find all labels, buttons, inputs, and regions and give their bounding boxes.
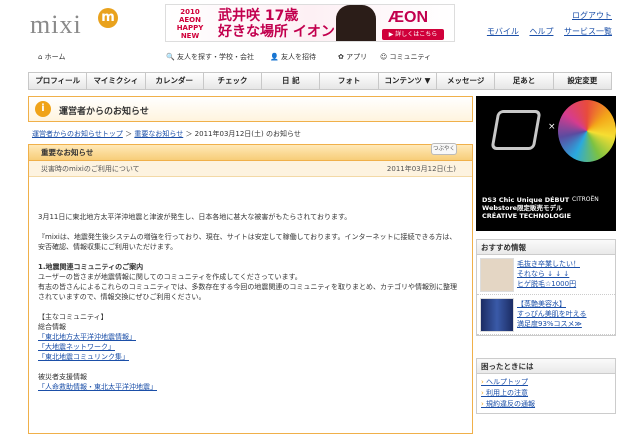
recommend-text-2: 【蒸艶美容水】 すっぴん美肌を叶える 満足度93%コスメ≫ xyxy=(517,299,587,329)
nav-settings[interactable]: 設定変更 xyxy=(554,73,611,89)
body-paragraph-1: 3月11日に東北地方太平洋沖地震と津波が発生し、日本各地に甚大な被害がもたらされ… xyxy=(38,213,352,221)
invite-friends-link[interactable]: 👤 友人を招待 xyxy=(270,52,316,62)
mixi-logo[interactable]: mixi xyxy=(30,10,82,40)
nav-profile[interactable]: プロフィール xyxy=(29,73,88,89)
notice-title: 災害時のmixiのご利用について xyxy=(41,165,140,173)
recommend-2-line-2[interactable]: すっぴん美肌を叶える xyxy=(517,309,587,319)
banner-person-image xyxy=(336,5,376,41)
main-communities-label: 【主なコミュニティ】 xyxy=(38,313,108,321)
recommend-1-line-3[interactable]: ヒゲ脱毛☆1000円 xyxy=(517,279,580,289)
usage-notes-link[interactable]: 利用上の注意 xyxy=(481,388,611,399)
banner-sale-text: 2010 AEON HAPPY NEW AEON SALE xyxy=(176,8,204,41)
nav-check[interactable]: チェック xyxy=(204,73,263,89)
recommend-text-1: 毛抜き卒業したい！ それなら ↓ ↓ ↓ ヒゲ脱毛☆1000円 xyxy=(517,259,580,289)
mixi-logo-badge: m xyxy=(98,8,118,28)
recommend-2-line-3[interactable]: 満足度93%コスメ≫ xyxy=(517,319,587,329)
sidebar: × DS3 Chic Unique DÉBUT Webstore限定販売モデル … xyxy=(476,96,616,426)
sub-navigation: ⌂ ホーム 🔍 友人を探す・学校・会社 👤 友人を招待 ✿ アプリ ☺ コミュニ… xyxy=(38,52,618,66)
mobile-link[interactable]: モバイル xyxy=(487,27,519,36)
ad-flower-image xyxy=(558,100,616,162)
apps-link[interactable]: ✿ アプリ xyxy=(338,52,367,62)
body-paragraph-3a: ユーザーの皆さまが地震情報に関してのコミュニティを作成してくださっています。 xyxy=(38,273,302,281)
community-link-1[interactable]: 「東北地方太平洋沖地震情報」 xyxy=(38,332,463,342)
help-top-link[interactable]: ヘルプトップ xyxy=(481,377,611,388)
nav-message[interactable]: メッセージ xyxy=(437,73,496,89)
recommend-box: おすすめ情報 毛抜き卒業したい！ それなら ↓ ↓ ↓ ヒゲ脱毛☆1000円 【… xyxy=(476,239,616,336)
recommend-1-line-1[interactable]: 毛抜き卒業したい！ xyxy=(517,259,580,269)
body-heading-1: 1.地震関連コミュニティのご案内 xyxy=(38,263,144,271)
service-list-link[interactable]: サービス一覧 xyxy=(564,27,612,36)
notice-date: 2011年03月12日(土) xyxy=(386,165,456,173)
section-title: 重要なお知らせ xyxy=(29,145,472,161)
general-info-label: 総合情報 xyxy=(38,323,66,331)
help-box: 困ったときには ヘルプトップ 利用上の注意 規約違反の通報 xyxy=(476,358,616,414)
citroen-ad[interactable]: × DS3 Chic Unique DÉBUT Webstore限定販売モデル … xyxy=(476,96,616,231)
help-link[interactable]: ヘルプ xyxy=(529,27,553,36)
main-content: i 運営者からのお知らせ 運営者からのお知らせトップ ＞ 重要なお知らせ ＞ 2… xyxy=(28,96,473,434)
main-navbar: プロフィール マイミクシィ カレンダー チェック 日 記 フォト コンテンツ ▼… xyxy=(28,72,612,90)
nav-calendar[interactable]: カレンダー xyxy=(146,73,204,89)
banner-headline: 武井咲 17歳 好きな場所 イオン xyxy=(218,8,335,40)
home-link[interactable]: ⌂ ホーム xyxy=(38,52,65,62)
community-link-3[interactable]: 「東北地震コミュリンク集」 xyxy=(38,352,463,362)
help-list: ヘルプトップ 利用上の注意 規約違反の通報 xyxy=(477,374,615,413)
ds-logo xyxy=(490,110,542,150)
find-friends-label: 友人を探す・学校・会社 xyxy=(176,53,254,61)
nav-mymixi[interactable]: マイミクシィ xyxy=(87,73,146,89)
nav-diary[interactable]: 日 記 xyxy=(262,73,321,89)
nav-contents[interactable]: コンテンツ ▼ xyxy=(379,73,438,89)
community-link-2[interactable]: 「大地震ネットワーク」 xyxy=(38,342,463,352)
ad-cross-mark: × xyxy=(548,122,556,132)
body-paragraph-3b: 有志の皆さんによるこれらのコミュニティでは、多数存在する今回の地震関連のコミュニ… xyxy=(38,283,457,301)
logout-link[interactable]: ログアウト xyxy=(572,11,612,20)
info-icon: i xyxy=(35,101,51,117)
citroen-logo: CITROËN xyxy=(572,196,599,203)
recommend-1-line-2[interactable]: それなら ↓ ↓ ↓ xyxy=(517,269,580,279)
banner-line-1: 武井咲 17歳 xyxy=(218,8,299,24)
recommend-item-2[interactable]: 【蒸艶美容水】 すっぴん美肌を叶える 満足度93%コスメ≫ xyxy=(477,295,615,335)
page-title-box: i 運営者からのお知らせ xyxy=(28,96,473,122)
nav-photo[interactable]: フォト xyxy=(320,73,379,89)
breadcrumb: 運営者からのお知らせトップ ＞ 重要なお知らせ ＞ 2011年03月12日(土)… xyxy=(32,129,301,139)
recommend-title: おすすめ情報 xyxy=(477,240,615,255)
recommend-thumb-2 xyxy=(480,298,514,332)
recommend-thumb-1 xyxy=(480,258,514,292)
apps-label: アプリ xyxy=(346,53,368,61)
banner-line-2: 好きな場所 イオン xyxy=(218,24,335,40)
top-links: ログアウト モバイル ヘルプ サービス一覧 xyxy=(479,8,612,40)
ad-line-3: CRÉATIVE TECHNOLOGIE xyxy=(482,212,572,220)
ad-line-1: DS3 Chic Unique DÉBUT xyxy=(482,196,570,204)
home-link-label: ホーム xyxy=(44,53,66,61)
recommend-2-line-1[interactable]: 【蒸艶美容水】 xyxy=(517,299,587,309)
community-link-4[interactable]: 「人命救助情報・東北太平洋沖地震」 xyxy=(38,382,463,392)
nav-footprints[interactable]: 足あと xyxy=(495,73,554,89)
recommend-item-1[interactable]: 毛抜き卒業したい！ それなら ↓ ↓ ↓ ヒゲ脱毛☆1000円 xyxy=(477,255,615,295)
community-label: コミュニティ xyxy=(389,53,432,61)
breadcrumb-current: ＞ 2011年03月12日(土) のお知らせ xyxy=(185,130,301,138)
tweet-button[interactable]: つぶやく xyxy=(431,143,457,155)
banner-cta-button[interactable]: ▶ 詳しくはこちら xyxy=(382,29,444,40)
page-title: 運営者からのお知らせ xyxy=(59,107,149,117)
ad-text: DS3 Chic Unique DÉBUT Webstore限定販売モデル CR… xyxy=(482,196,571,220)
breadcrumb-separator: ＞ xyxy=(125,130,133,138)
breadcrumb-top-link[interactable]: 運営者からのお知らせトップ xyxy=(32,130,123,138)
breadcrumb-important-link[interactable]: 重要なお知らせ xyxy=(134,130,183,138)
header: mixi m 2010 AEON HAPPY NEW AEON SALE 武井咲… xyxy=(0,0,640,48)
notice-body: 3月11日に東北地方太平洋沖地震と津波が発生し、日本各地に甚大な被害がもたらされ… xyxy=(38,212,463,392)
support-info-label: 被災者支援情報 xyxy=(38,373,87,381)
notice-header: 災害時のmixiのご利用について 2011年03月12日(土) xyxy=(29,161,472,177)
ad-line-2: Webstore限定販売モデル xyxy=(482,204,563,212)
aeon-banner-ad[interactable]: 2010 AEON HAPPY NEW AEON SALE 武井咲 17歳 好き… xyxy=(165,4,455,42)
community-link[interactable]: ☺ コミュニティ xyxy=(380,52,431,62)
invite-label: 友人を招待 xyxy=(280,53,316,61)
report-violation-link[interactable]: 規約違反の通報 xyxy=(481,399,611,410)
body-paragraph-2: 『mixiは、地震発生後システムの増強を行っており、現在、サイトは安定して稼働し… xyxy=(38,233,457,251)
find-friends-link[interactable]: 🔍 友人を探す・学校・会社 xyxy=(166,52,254,62)
help-title: 困ったときには xyxy=(477,359,615,374)
aeon-logo: ÆON xyxy=(388,9,428,26)
